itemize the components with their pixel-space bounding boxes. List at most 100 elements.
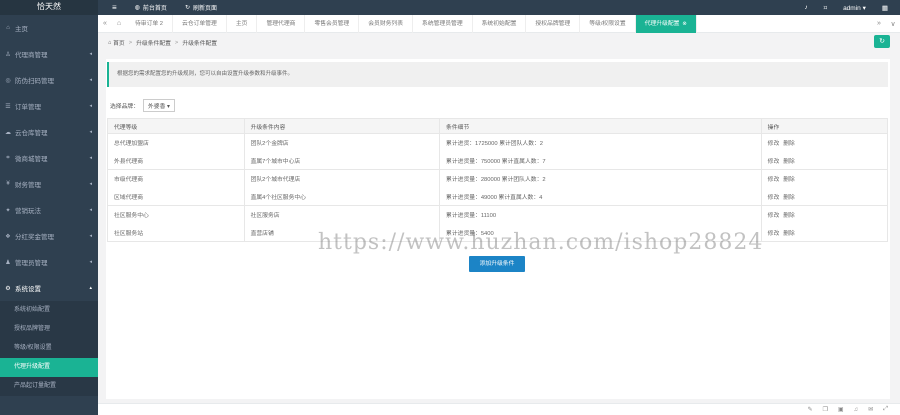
- breadcrumb-separator: >: [128, 39, 133, 46]
- tab-7[interactable]: 系统初始配置: [473, 14, 527, 33]
- edit-link[interactable]: 修改: [768, 195, 780, 201]
- condition-cell: 社区服务店: [243, 205, 441, 224]
- sidebar-item-label: 分红奖金管理: [15, 234, 54, 241]
- delete-link[interactable]: 删除: [783, 213, 795, 219]
- tab-label: 代理升级配置: [644, 20, 680, 27]
- home-tab-icon[interactable]: ⌂: [112, 20, 126, 27]
- add-upgrade-condition-button[interactable]: 添加升级条件: [469, 256, 525, 272]
- level-cell: 市级代理商: [107, 169, 245, 188]
- condition-cell: 直属7个城市中心店: [243, 151, 441, 170]
- tab-0[interactable]: 待审订单 2: [126, 14, 174, 33]
- tab-9[interactable]: 等级/权限设置: [580, 14, 636, 33]
- sidebar-item-5[interactable]: ⌗ 微商城管理 ◂: [0, 145, 98, 171]
- column-header: 升级条件内容: [243, 118, 441, 134]
- level-cell: 总代理加盟店: [107, 133, 245, 152]
- chevron-icon: ◂: [89, 233, 92, 239]
- marketing-icon: ✦: [5, 207, 11, 214]
- edit-link[interactable]: 修改: [768, 213, 780, 219]
- tab-4[interactable]: 零售会员管理: [305, 14, 360, 33]
- tag-icon[interactable]: ⌑: [824, 4, 827, 12]
- tab-3[interactable]: 管理代理商: [257, 14, 306, 33]
- footer-sound-icon[interactable]: ♫: [854, 407, 859, 413]
- refresh-page-label: 刷新页面: [192, 6, 217, 12]
- submenu-item-0[interactable]: 系统初始配置: [0, 301, 98, 320]
- submenu-item-3[interactable]: 代理升级配置: [0, 358, 98, 377]
- sidebar-menu: ⌂ 主页 ♙ 代理商管理 ◂ ◎ 防伪扫码管理 ◂ ☰ 订单管理 ◂ ☁ 云仓库管理 ◂ ⌗ 微商城管理 ◂ ¥ 财…: [0, 15, 98, 301]
- condition-cell: 直属4个社区服务中心: [243, 187, 441, 206]
- bell-icon[interactable]: ♪: [804, 4, 807, 11]
- globe-icon: ◍: [134, 5, 140, 11]
- delete-link[interactable]: 删除: [783, 159, 795, 165]
- sidebar-item-8[interactable]: ❖ 分红奖金管理 ◂: [0, 223, 98, 249]
- tab-5[interactable]: 会员财务列表: [359, 14, 414, 33]
- edit-link[interactable]: 修改: [768, 141, 780, 147]
- sidebar-item-label: 防伪扫码管理: [15, 78, 54, 85]
- user-menu[interactable]: admin ▾: [843, 4, 866, 12]
- front-page-link[interactable]: ◍ 前台首页: [135, 3, 167, 12]
- delete-link[interactable]: 删除: [783, 231, 795, 237]
- sidebar-item-label: 系统设置: [15, 286, 41, 293]
- chevron-icon: ◂: [89, 207, 92, 213]
- breadcrumb-home[interactable]: 首页: [113, 38, 125, 47]
- tabs-prev-icon[interactable]: «: [98, 20, 112, 27]
- sidebar-item-6[interactable]: ¥ 财务管理 ◂: [0, 171, 98, 197]
- submenu-item-4[interactable]: 产品起订量配置: [0, 377, 98, 396]
- sidebar-item-label: 代理商管理: [15, 52, 48, 59]
- column-header: 操作: [760, 118, 889, 134]
- footer-copy-icon[interactable]: ❐: [823, 406, 828, 413]
- submenu-item-1[interactable]: 授权品牌管理: [0, 320, 98, 339]
- breadcrumb: ⌂ 首页 > 升级条件配置 > 升级条件配置: [98, 33, 900, 52]
- tab-label: 主页: [235, 20, 248, 27]
- watermark: https://www.huzhan.com/ishop28824: [318, 230, 764, 255]
- sidebar-item-3[interactable]: ☰ 订单管理 ◂: [0, 93, 98, 119]
- menu-toggle-icon[interactable]: ≡: [112, 3, 117, 12]
- sidebar-item-10[interactable]: ⚙ 系统设置 ▴: [0, 275, 98, 301]
- sidebar-item-label: 管理员管理: [15, 260, 48, 267]
- level-cell: 外县代理商: [107, 151, 245, 170]
- edit-link[interactable]: 修改: [768, 159, 780, 165]
- edit-link[interactable]: 修改: [768, 177, 780, 183]
- breadcrumb-level1[interactable]: 升级条件配置: [136, 38, 171, 47]
- delete-link[interactable]: 删除: [783, 177, 795, 183]
- cloud-icon: ☁: [5, 129, 11, 136]
- sidebar-item-7[interactable]: ✦ 营销玩法 ◂: [0, 197, 98, 223]
- gear-icon: ⚙: [5, 285, 11, 292]
- chevron-icon: ◂: [89, 259, 92, 265]
- sidebar-item-4[interactable]: ☁ 云仓库管理 ◂: [0, 119, 98, 145]
- tab-10[interactable]: 代理升级配置 ⊗: [635, 14, 697, 33]
- tab-label: 管理代理商: [266, 20, 296, 27]
- delete-link[interactable]: 删除: [783, 141, 795, 147]
- system-settings-submenu: 系统初始配置 授权品牌管理 等级/权限设置 代理升级配置 产品起订量配置: [0, 301, 98, 396]
- actions-cell: 修改 删除: [760, 205, 889, 224]
- main-content: ⌂ 首页 > 升级条件配置 > 升级条件配置 ↻ 根据您的需求配置您的升级规则，…: [98, 33, 900, 403]
- brand-select[interactable]: 外婆香 ▾: [143, 99, 175, 112]
- more-icon[interactable]: ▦: [882, 4, 888, 12]
- info-alert: 根据您的需求配置您的升级规则，您可以自由设置升级参数和升级事件。: [107, 62, 888, 87]
- edit-link[interactable]: 修改: [768, 231, 780, 237]
- sidebar-item-1[interactable]: ♙ 代理商管理 ◂: [0, 41, 98, 67]
- tab-8[interactable]: 授权品牌管理: [526, 14, 581, 33]
- submenu-item-2[interactable]: 等级/权限设置: [0, 339, 98, 358]
- close-icon[interactable]: ⊗: [682, 21, 686, 27]
- refresh-button[interactable]: ↻: [874, 35, 890, 48]
- tabs-dropdown-icon[interactable]: ∨: [886, 20, 900, 28]
- tab-1[interactable]: 云仓订单管理: [173, 14, 227, 33]
- footer-toolbar: ✎ ❐ ▣ ♫ ✉ ⤢: [98, 403, 900, 415]
- actions-cell: 修改 删除: [760, 151, 889, 170]
- tab-2[interactable]: 主页: [227, 14, 258, 33]
- table-row: 市级代理商 团队2个城市代理店 累计进货量：280000 累计团队人数：2 修改 删除: [107, 169, 889, 188]
- footer-grid-icon[interactable]: ▣: [838, 406, 844, 413]
- sidebar-item-9[interactable]: ♟ 管理员管理 ◂: [0, 249, 98, 275]
- footer-expand-icon[interactable]: ⤢: [883, 406, 888, 413]
- footer-chat-icon[interactable]: ✉: [868, 406, 873, 413]
- sidebar-item-2[interactable]: ◎ 防伪扫码管理 ◂: [0, 67, 98, 93]
- tab-6[interactable]: 系统管理员管理: [413, 14, 473, 33]
- detail-cell: 累计进货：1725000 累计团队人数：2: [439, 133, 762, 152]
- home-icon: ⌂: [6, 25, 10, 31]
- sidebar-item-0[interactable]: ⌂ 主页: [0, 15, 98, 41]
- table-header-row: 代理等级 升级条件内容 条件细节 操作: [107, 118, 889, 134]
- delete-link[interactable]: 删除: [783, 195, 795, 201]
- tabs-next-icon[interactable]: »: [872, 20, 886, 27]
- refresh-page-link[interactable]: ↻ 刷新页面: [185, 3, 217, 12]
- footer-brush-icon[interactable]: ✎: [808, 406, 813, 413]
